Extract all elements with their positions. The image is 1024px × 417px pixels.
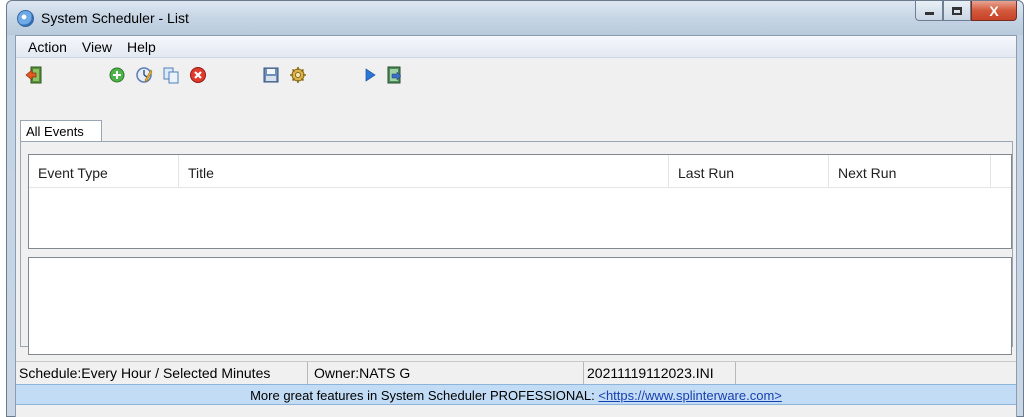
- delete-event-icon[interactable]: [189, 66, 207, 84]
- add-event-icon[interactable]: [108, 66, 126, 84]
- client-area: Action View Help All Events Event Type T…: [15, 35, 1017, 417]
- maximize-icon: [952, 6, 962, 15]
- save-icon[interactable]: [262, 66, 280, 84]
- list-header: Event Type Title Last Run Next Run: [29, 155, 1011, 188]
- tab-all-events[interactable]: All Events: [20, 120, 102, 142]
- settings-icon[interactable]: [289, 66, 307, 84]
- column-event-type[interactable]: Event Type: [29, 155, 179, 188]
- status-owner: Owner:NATS G: [308, 362, 584, 384]
- maximize-button[interactable]: [943, 1, 971, 21]
- menu-action[interactable]: Action: [22, 39, 76, 55]
- column-next-run[interactable]: Next Run: [829, 155, 991, 188]
- window-title: System Scheduler - List: [41, 10, 189, 26]
- status-schedule: Schedule:Every Hour / Selected Minutes: [16, 362, 308, 384]
- status-ini-file: 20211119112023.INI: [584, 362, 736, 384]
- window-controls: X: [915, 1, 1017, 23]
- title-bar[interactable]: System Scheduler - List X: [7, 1, 1023, 35]
- promo-bar: More great features in System Scheduler …: [16, 384, 1016, 405]
- close-icon: X: [989, 2, 999, 19]
- details-pane: [28, 257, 1012, 355]
- minimize-icon: [924, 12, 934, 15]
- menu-view[interactable]: View: [76, 39, 121, 55]
- toolbar: [16, 59, 1016, 91]
- menu-help[interactable]: Help: [121, 39, 165, 55]
- clock-app-icon[interactable]: [17, 10, 34, 27]
- events-list[interactable]: Event Type Title Last Run Next Run: [28, 154, 1012, 249]
- status-bar: Schedule:Every Hour / Selected Minutes O…: [16, 361, 1016, 384]
- column-title[interactable]: Title: [179, 155, 669, 188]
- run-icon[interactable]: [361, 66, 379, 84]
- edit-event-icon[interactable]: [135, 66, 153, 84]
- menu-bar: Action View Help: [16, 36, 1016, 58]
- minimize-button[interactable]: [915, 1, 943, 21]
- promo-text: More great features in System Scheduler …: [250, 388, 599, 403]
- copy-event-icon[interactable]: [162, 66, 180, 84]
- column-last-run[interactable]: Last Run: [669, 155, 829, 188]
- app-window: System Scheduler - List X Action View He…: [6, 0, 1024, 417]
- exit-icon[interactable]: [25, 66, 43, 84]
- close-button[interactable]: X: [971, 1, 1017, 21]
- log-icon[interactable]: [385, 66, 403, 84]
- promo-link[interactable]: <https://www.splinterware.com>: [598, 388, 782, 403]
